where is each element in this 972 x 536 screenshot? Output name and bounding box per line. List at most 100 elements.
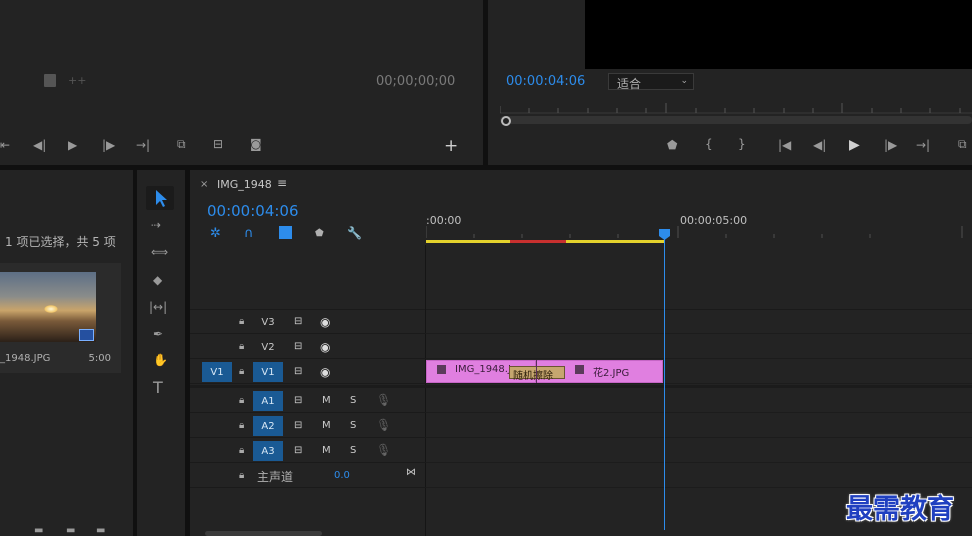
track-lane-master[interactable] [426, 464, 972, 488]
insert-icon[interactable]: ⧉ [177, 138, 186, 150]
camera-icon[interactable]: ◙ [250, 138, 262, 150]
source-timecode[interactable]: 00;00;00;00 [376, 74, 455, 89]
step-back-icon[interactable]: ◀| [33, 139, 46, 151]
transition-random-wipe[interactable]: 随机擦除 [509, 366, 565, 382]
go-to-out-icon[interactable]: →| [136, 139, 150, 151]
mark-in-icon[interactable]: { [705, 138, 713, 150]
program-ruler[interactable] [500, 102, 972, 114]
track-target-a2[interactable]: A2 [253, 416, 283, 436]
track-target-v1[interactable]: V1 [253, 362, 283, 382]
wrench-icon[interactable]: 🔧 [347, 226, 362, 240]
track-target-v2[interactable]: V2 [253, 337, 283, 357]
track-select-tool-icon[interactable]: ⇢ [151, 219, 161, 231]
trash-icon[interactable]: ▬ [96, 526, 105, 536]
master-volume-value[interactable]: 0.0 [334, 470, 350, 481]
track-lane-a3[interactable] [426, 439, 972, 463]
sync-icon[interactable]: ⊟ [294, 341, 302, 352]
microphone-icon[interactable]: 🎙︎ [376, 393, 391, 407]
eye-icon[interactable]: ◉ [320, 315, 330, 329]
track-target-a1[interactable]: A1 [253, 391, 283, 411]
timeline-timecode[interactable]: 00:00:04:06 [207, 202, 299, 220]
sync-icon[interactable]: ⊟ [294, 316, 302, 327]
track-lane-a2[interactable] [426, 414, 972, 438]
eye-icon[interactable]: ◉ [320, 365, 330, 379]
goto-end-icon[interactable]: ⋈ [406, 467, 416, 478]
mark-out-icon[interactable]: } [738, 138, 746, 150]
program-playhead-handle[interactable] [501, 116, 511, 126]
sync-icon[interactable]: ⊟ [294, 445, 302, 456]
drag-video-only-icon[interactable] [44, 74, 56, 87]
linked-selection-icon[interactable] [279, 226, 292, 239]
timeline-tab-close-icon[interactable]: × [200, 179, 208, 190]
microphone-icon[interactable]: 🎙︎ [376, 443, 391, 457]
timeline-menu-icon[interactable]: ≡ [277, 176, 287, 190]
sync-icon[interactable]: ⊟ [294, 395, 302, 406]
step-forward-icon[interactable]: |▶ [102, 139, 115, 151]
zoom-select[interactable]: 适合 ⌄ [608, 73, 694, 91]
track-lane-a1[interactable] [426, 389, 972, 413]
track-target-v3[interactable]: V3 [253, 312, 283, 332]
timeline-ruler[interactable] [426, 226, 972, 238]
hand-tool-icon[interactable]: ✋ [153, 354, 168, 366]
program-scrub-bar[interactable] [500, 116, 972, 124]
step-back-icon[interactable]: ◀| [813, 139, 826, 151]
track-target-a3[interactable]: A3 [253, 441, 283, 461]
play-icon[interactable]: ▶ [68, 139, 77, 151]
track-header-a2[interactable]: 🔒︎ A2 ⊟ M S 🎙︎ [190, 414, 426, 438]
playhead-line[interactable] [664, 238, 665, 530]
track-lane-v2[interactable] [426, 335, 972, 359]
nest-icon[interactable]: ✲ [210, 226, 221, 241]
type-tool-icon[interactable]: T [153, 380, 163, 396]
mute-button[interactable]: M [322, 395, 331, 406]
new-item-icon[interactable]: ▬ [66, 526, 75, 536]
track-lane-v3[interactable] [426, 310, 972, 334]
source-patch-v1[interactable]: V1 [202, 362, 232, 382]
track-header-a1[interactable]: 🔒︎ A1 ⊟ M S 🎙︎ [190, 389, 426, 413]
add-marker-icon[interactable]: ⬟ [667, 139, 677, 151]
solo-button[interactable]: S [350, 395, 356, 406]
playhead-handle[interactable] [659, 229, 670, 240]
track-header-master[interactable]: 🔒︎ 主声道 0.0 ⋈ [190, 464, 426, 488]
lift-icon[interactable]: ⧉ [958, 138, 967, 150]
drag-audio-only-icon[interactable]: ++ [68, 75, 86, 86]
folder-icon[interactable]: ▬ [34, 526, 43, 536]
clip-thumbnail-card[interactable]: _1948.JPG 5:00 [0, 263, 121, 373]
sync-icon[interactable]: ⊟ [294, 366, 302, 377]
lock-icon[interactable]: 🔒︎ [239, 395, 244, 406]
eye-icon[interactable]: ◉ [320, 340, 330, 354]
track-header-v1[interactable]: V1 🔒︎ V1 ⊟ ◉ [190, 360, 426, 384]
lock-icon[interactable]: 🔒︎ [239, 366, 244, 377]
track-header-a3[interactable]: 🔒︎ A3 ⊟ M S 🎙︎ [190, 439, 426, 463]
go-to-in-icon[interactable]: |◀ [778, 139, 791, 151]
go-to-in-icon[interactable]: ⇤ [0, 139, 10, 151]
add-button-icon[interactable]: + [444, 138, 458, 155]
selection-tool-icon[interactable] [146, 186, 174, 210]
track-header-v3[interactable]: 🔒︎ V3 ⊟ ◉ [190, 310, 426, 334]
zoom-select-value: 适合 [617, 77, 642, 91]
timeline-scrollbar[interactable] [205, 531, 322, 536]
ripple-edit-tool-icon[interactable]: ⟺ [151, 246, 168, 258]
microphone-icon[interactable]: 🎙︎ [376, 418, 391, 432]
solo-button[interactable]: S [350, 420, 356, 431]
lock-icon[interactable]: 🔒︎ [239, 316, 244, 327]
play-icon[interactable]: ▶ [849, 138, 860, 152]
go-to-out-icon[interactable]: →| [916, 139, 930, 151]
lock-icon[interactable]: 🔒︎ [239, 445, 244, 456]
snap-icon[interactable]: ∩ [244, 226, 254, 241]
pen-tool-icon[interactable]: ✒ [153, 328, 163, 340]
sync-icon[interactable]: ⊟ [294, 420, 302, 431]
mute-button[interactable]: M [322, 420, 331, 431]
track-header-v2[interactable]: 🔒︎ V2 ⊟ ◉ [190, 335, 426, 359]
program-timecode[interactable]: 00:00:04:06 [506, 74, 585, 89]
mute-button[interactable]: M [322, 445, 331, 456]
lock-icon[interactable]: 🔒︎ [239, 341, 244, 352]
step-forward-icon[interactable]: |▶ [884, 139, 897, 151]
lock-icon[interactable]: 🔒︎ [239, 470, 244, 481]
timeline-tab-label[interactable]: IMG_1948 [217, 178, 272, 191]
overwrite-icon[interactable]: ⊟ [213, 138, 223, 150]
slip-tool-icon[interactable]: |↔| [149, 301, 167, 313]
add-marker-icon[interactable]: ⬟ [315, 228, 324, 239]
lock-icon[interactable]: 🔒︎ [239, 420, 244, 431]
solo-button[interactable]: S [350, 445, 356, 456]
razor-tool-icon[interactable]: ◆ [153, 274, 162, 286]
